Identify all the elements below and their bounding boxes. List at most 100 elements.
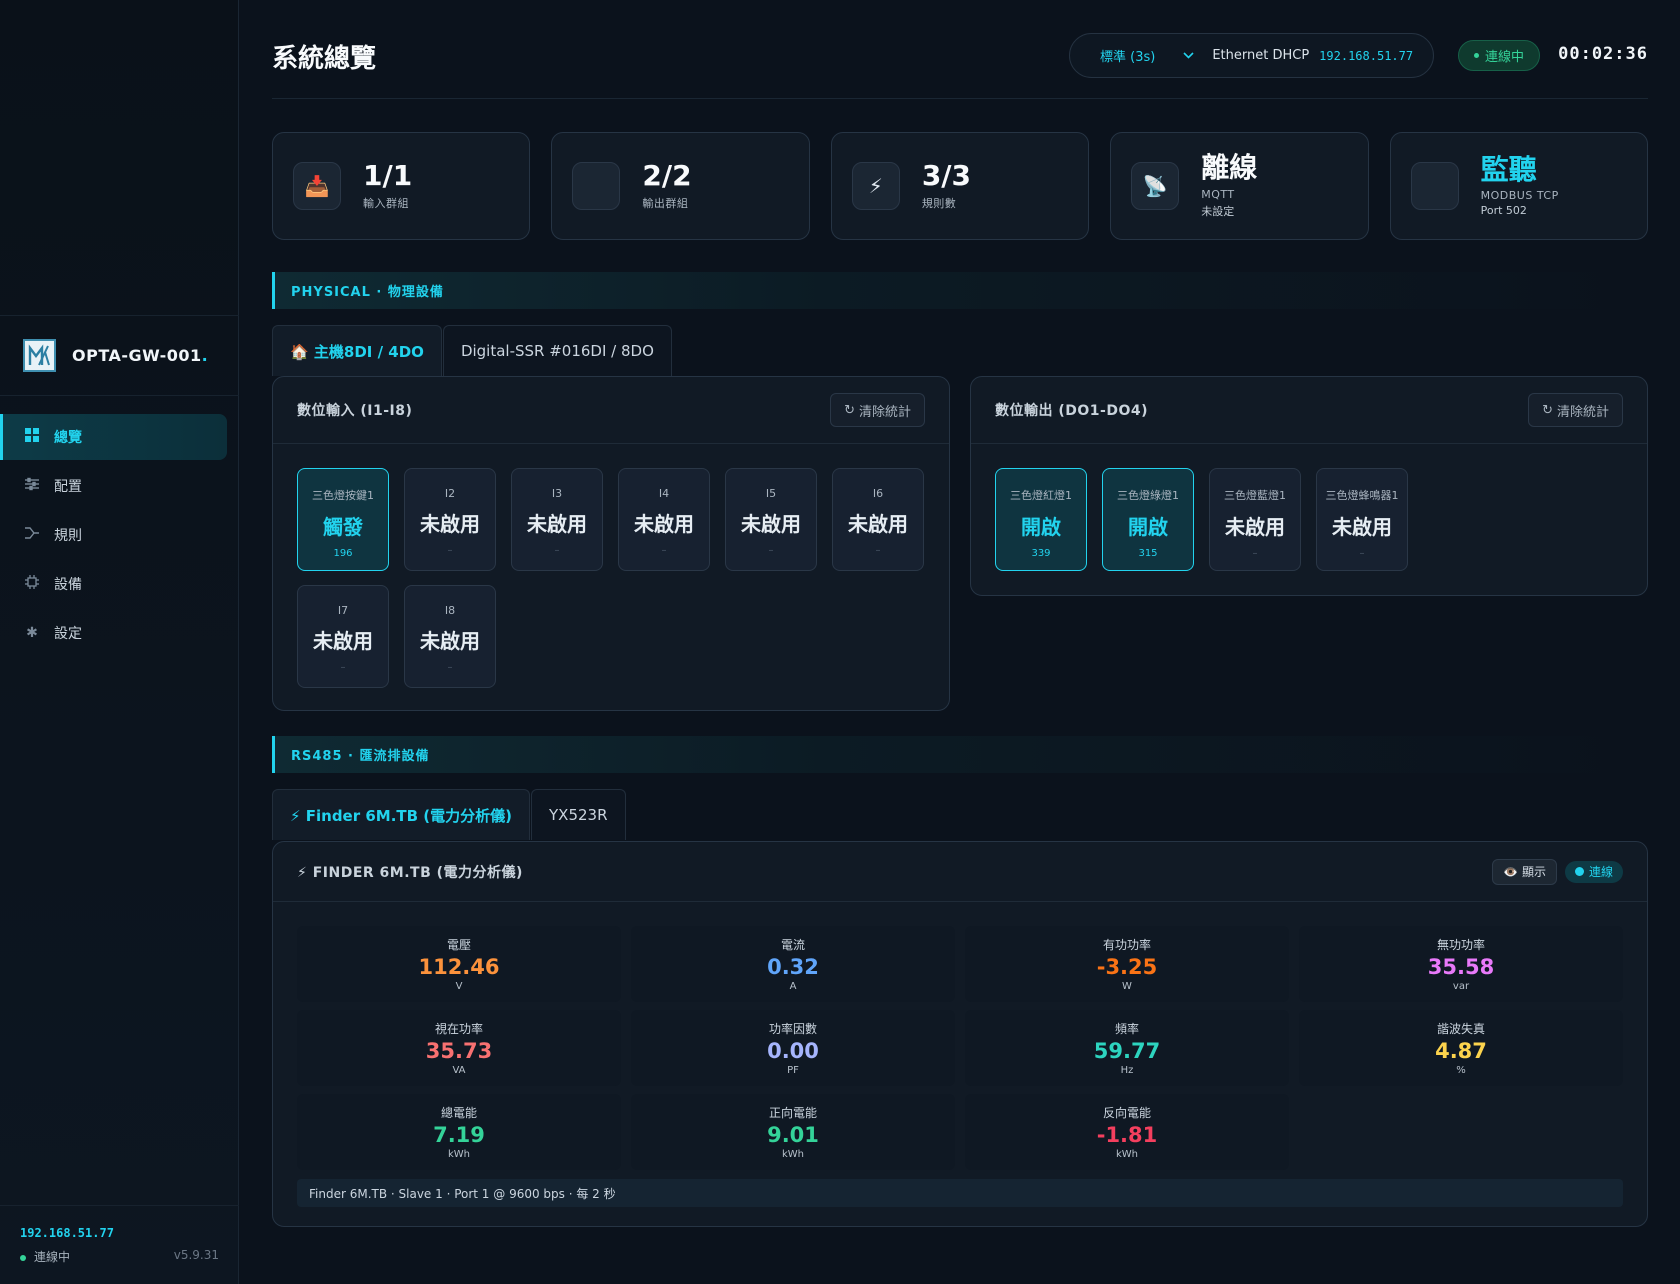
tab-yx523r[interactable]: YX523R bbox=[531, 789, 626, 840]
status-dot-icon bbox=[1473, 53, 1479, 58]
brand[interactable]: OPTA-GW-001. bbox=[0, 315, 239, 396]
output-tile[interactable]: 三色燈藍燈1 未啟用 – bbox=[1209, 468, 1301, 571]
digital-output-panel: 數位輸出 (DO1-DO4) ↻ 清除統計 三色燈紅燈1 開啟 339 三色燈綠燈1 開… bbox=[970, 376, 1648, 596]
status-dot-icon bbox=[1574, 867, 1584, 876]
device-ip: 192.168.51.77 bbox=[20, 1226, 114, 1240]
status-dot-icon bbox=[20, 1254, 26, 1261]
branch-icon bbox=[24, 526, 40, 544]
status-badge: 連線中 bbox=[1458, 40, 1540, 71]
network-label: Ethernet DHCP bbox=[1212, 48, 1310, 63]
tab-finder[interactable]: ⚡ Finder 6M.TB (電力分析儀) bbox=[272, 789, 531, 840]
metric-reverse-energy: 反向電能 -1.81 kWh bbox=[965, 1094, 1289, 1170]
input-tile[interactable]: I5 未啟用 – bbox=[725, 468, 817, 571]
stat-value: 監聽 bbox=[1480, 152, 1537, 186]
section-banner-physical: PHYSICAL · 物理設備 bbox=[272, 272, 1648, 309]
stat-value: 3/3 bbox=[921, 158, 972, 192]
sidebar-nav: 總覽 配置 規則 設備 ✱ 設定 bbox=[0, 414, 239, 659]
finder-panel: ⚡ FINDER 6M.TB (電力分析儀) 👁️ 顯示 連線 電壓 112.46… bbox=[272, 841, 1648, 1227]
stat-card-mqtt: 📡 離線 MQTT 未設定 bbox=[1110, 132, 1369, 240]
stat-cards: 📥 1/1 輸入群組 2/2 輸出群組 ⚡ 3/3 規則數 📡 離線 MQTT … bbox=[272, 132, 1649, 240]
clear-stats-button[interactable]: ↻ 清除統計 bbox=[1528, 393, 1623, 427]
link-status-badge: 連線 bbox=[1564, 860, 1623, 883]
device-info-bar: Finder 6M.TB · Slave 1 · Port 1 @ 9600 b… bbox=[297, 1179, 1623, 1207]
rs485-tabs: ⚡ Finder 6M.TB (電力分析儀) YX523R bbox=[272, 789, 627, 840]
network-pill: 標準 (3s) Ethernet DHCP 192.168.51.77 bbox=[1069, 33, 1434, 78]
output-grid: 三色燈紅燈1 開啟 339 三色燈綠燈1 開啟 315 三色燈藍燈1 未啟用 – 三色燈蜂鳴… bbox=[971, 444, 1647, 571]
panel-title: ⚡ FINDER 6M.TB (電力分析儀) bbox=[297, 864, 523, 881]
sidebar-item-settings[interactable]: ✱ 設定 bbox=[0, 610, 227, 656]
input-tile[interactable]: I7 未啟用 – bbox=[297, 585, 389, 688]
input-tile[interactable]: I8 未啟用 – bbox=[404, 585, 496, 688]
connection-status: 連線中 bbox=[20, 1248, 70, 1265]
stat-value: 1/1 bbox=[363, 158, 413, 192]
tab-host[interactable]: 🏠 主機8DI / 4DO bbox=[272, 325, 442, 376]
metric-voltage: 電壓 112.46 V bbox=[297, 926, 621, 1002]
chip-icon bbox=[24, 575, 40, 593]
server-icon bbox=[1410, 162, 1459, 210]
metric-grid: 電壓 112.46 V 電流 0.32 A 有功功率 -3.25 W 無功功率 35.58 va… bbox=[273, 902, 1647, 1170]
stat-card-outputs: 2/2 輸出群組 bbox=[551, 132, 810, 240]
stat-label: 輸入群組 bbox=[363, 197, 409, 211]
metric-total-energy: 總電能 7.19 kWh bbox=[297, 1094, 621, 1170]
stat-label: MODBUS TCP bbox=[1480, 189, 1559, 203]
lightning-icon: ⚡ bbox=[851, 162, 900, 210]
uptime-clock: 00:02:36 bbox=[1558, 44, 1648, 64]
sidebar-item-label: 設定 bbox=[54, 626, 82, 642]
refresh-select[interactable]: 標準 (3s) bbox=[1100, 46, 1194, 65]
chevron-down-icon bbox=[1183, 49, 1194, 62]
input-grid: 三色燈按鍵1 觸發 196 I2 未啟用 – I3 未啟用 – I4 未啟用 – I5 未啟用 – … bbox=[273, 444, 949, 688]
stat-label: 規則數 bbox=[921, 197, 957, 211]
tab-digital-ssr[interactable]: Digital-SSR #016DI / 8DO bbox=[442, 325, 672, 376]
sidebar-item-devices[interactable]: 設備 bbox=[0, 561, 227, 607]
output-tile[interactable]: 三色燈蜂鳴器1 未啟用 – bbox=[1316, 468, 1408, 571]
section-banner-rs485: RS485 · 匯流排設備 bbox=[272, 736, 1648, 773]
main-content: 系統總覽 標準 (3s) Ethernet DHCP 192.168.51.77… bbox=[272, 0, 1649, 1227]
input-tile[interactable]: I4 未啟用 – bbox=[618, 468, 710, 571]
metric-current: 電流 0.32 A bbox=[631, 926, 955, 1002]
clear-stats-button[interactable]: ↻ 清除統計 bbox=[830, 393, 925, 427]
input-tile[interactable]: I6 未啟用 – bbox=[832, 468, 924, 571]
stat-value: 離線 bbox=[1201, 151, 1258, 185]
sidebar-footer: 192.168.51.77 連線中 v5.9.31 bbox=[0, 1205, 239, 1284]
stat-card-modbus: 監聽 MODBUS TCP Port 502 bbox=[1389, 132, 1649, 240]
stat-label: 輸出群組 bbox=[642, 197, 689, 211]
sidebar-item-label: 總覽 bbox=[54, 430, 82, 446]
stat-card-rules: ⚡ 3/3 規則數 bbox=[830, 132, 1090, 240]
stat-sub: Port 502 bbox=[1480, 204, 1527, 218]
input-tile[interactable]: I3 未啟用 – bbox=[511, 468, 603, 571]
output-icon bbox=[572, 162, 621, 210]
inbox-icon: 📥 bbox=[293, 162, 341, 210]
panel-title: 數位輸出 (DO1-DO4) bbox=[995, 403, 1149, 419]
sidebar-item-overview[interactable]: 總覽 bbox=[0, 414, 227, 460]
stat-card-inputs: 📥 1/1 輸入群組 bbox=[272, 132, 531, 240]
physical-tabs: 🏠 主機8DI / 4DO Digital-SSR #016DI / 8DO bbox=[272, 325, 673, 376]
network-ip: 192.168.51.77 bbox=[1319, 48, 1414, 63]
page-title: 系統總覽 bbox=[272, 44, 377, 74]
sliders-icon bbox=[24, 477, 40, 495]
logo-icon bbox=[23, 339, 56, 372]
metric-thd: 諧波失真 4.87% bbox=[1299, 1010, 1623, 1086]
brand-title: OPTA-GW-001. bbox=[72, 346, 209, 365]
metric-forward-energy: 正向電能 9.01 kWh bbox=[631, 1094, 955, 1170]
sidebar-item-rules[interactable]: 規則 bbox=[0, 512, 227, 558]
stat-label: MQTT bbox=[1201, 187, 1235, 201]
gear-icon: ✱ bbox=[26, 625, 38, 641]
stat-value: 2/2 bbox=[642, 158, 692, 192]
show-toggle-button[interactable]: 👁️ 顯示 bbox=[1492, 858, 1557, 885]
refresh-icon: ↻ bbox=[844, 402, 855, 418]
page-header: 系統總覽 標準 (3s) Ethernet DHCP 192.168.51.77… bbox=[272, 0, 1648, 99]
sidebar-item-label: 設備 bbox=[54, 577, 82, 593]
digital-input-panel: 數位輸入 (I1-I8) ↻ 清除統計 三色燈按鍵1 觸發 196 I2 未啟用 – I3… bbox=[272, 376, 950, 711]
grid-icon bbox=[24, 428, 40, 446]
metric-frequency: 頻率 59.77 Hz bbox=[965, 1010, 1289, 1086]
sidebar-item-label: 規則 bbox=[54, 528, 82, 544]
stat-sub: 未設定 bbox=[1201, 204, 1235, 218]
sidebar: OPTA-GW-001. 總覽 配置 規則 設備 ✱ 設定 192.168.51… bbox=[0, 0, 239, 1284]
metric-reactive-power: 無功功率 35.58 var bbox=[1299, 926, 1623, 1002]
output-tile[interactable]: 三色燈綠燈1 開啟 315 bbox=[1102, 468, 1194, 571]
sidebar-item-config[interactable]: 配置 bbox=[0, 463, 227, 509]
output-tile[interactable]: 三色燈紅燈1 開啟 339 bbox=[995, 468, 1087, 571]
refresh-icon: ↻ bbox=[1542, 402, 1553, 418]
input-tile[interactable]: 三色燈按鍵1 觸發 196 bbox=[297, 468, 389, 571]
input-tile[interactable]: I2 未啟用 – bbox=[404, 468, 496, 571]
